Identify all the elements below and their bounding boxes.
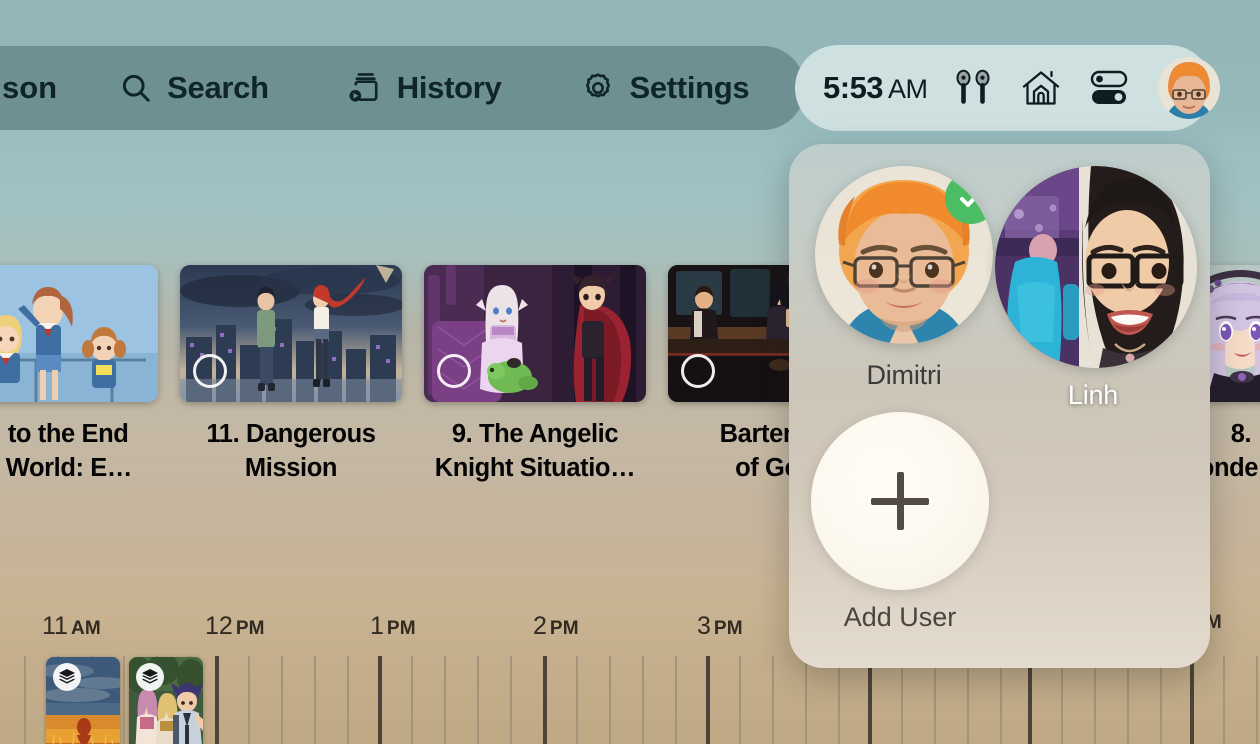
nav-item-search[interactable]: Search xyxy=(119,70,269,106)
timeline-label: 1PM xyxy=(370,612,416,641)
status-control-pill: 5:53 AM xyxy=(795,45,1212,131)
avatar[interactable] xyxy=(995,166,1197,368)
gear-icon xyxy=(581,71,615,105)
timeline-label: 3PM xyxy=(697,612,743,641)
selected-check-badge xyxy=(945,172,993,224)
avatar-image xyxy=(1158,57,1220,119)
add-user-button[interactable] xyxy=(811,412,989,590)
nav-item-profile-truncated[interactable]: son xyxy=(2,70,57,106)
nav-item-settings-label: Settings xyxy=(629,70,749,106)
plus-icon xyxy=(811,412,989,590)
control-center-toggles-icon[interactable] xyxy=(1088,69,1130,107)
clock-meridiem: AM xyxy=(888,74,928,105)
timeline-label: 12PM xyxy=(205,612,265,641)
stack-icon xyxy=(136,663,164,691)
timeline-thumbnail-card[interactable] xyxy=(46,657,120,744)
user-switcher-name: Dimitri xyxy=(811,360,997,391)
user-switcher-panel: Dimitri xyxy=(789,144,1210,668)
media-card-title: ain to the Endthe World: E… xyxy=(0,418,158,486)
watch-progress-ring[interactable] xyxy=(193,354,227,388)
screen-root: son Search History xyxy=(0,0,1260,744)
top-navigation-bar: son Search History xyxy=(0,46,805,130)
avatar-image-linh xyxy=(995,166,1197,368)
search-icon xyxy=(119,71,153,105)
stack-icon xyxy=(53,663,81,691)
media-card-thumbnail[interactable] xyxy=(424,265,646,402)
nav-item-history[interactable]: History xyxy=(347,70,502,106)
history-stack-play-icon xyxy=(347,70,383,106)
thumbnail-art-school-girls xyxy=(0,265,158,402)
timeline-label: 11AM xyxy=(42,612,101,641)
nav-item-search-label: Search xyxy=(167,70,269,106)
media-card[interactable]: ain to the Endthe World: E… xyxy=(0,265,158,486)
media-card-title: 11. DangerousMission xyxy=(180,418,402,486)
media-card-thumbnail[interactable] xyxy=(180,265,402,402)
media-card-title: 9. The AngelicKnight Situatio… xyxy=(424,418,646,486)
media-card[interactable]: 9. The AngelicKnight Situatio… xyxy=(424,265,646,486)
user-switcher-item-linh[interactable]: Linh xyxy=(993,166,1199,411)
add-user-label: Add User xyxy=(811,602,989,633)
clock-time: 5:53 xyxy=(823,70,883,106)
timeline-label: 2PM xyxy=(533,612,579,641)
media-card-thumbnail[interactable] xyxy=(0,265,158,402)
watch-progress-ring[interactable] xyxy=(681,354,715,388)
user-switcher-item-dimitri[interactable]: Dimitri xyxy=(811,166,997,391)
user-switcher-name: Linh xyxy=(993,380,1193,411)
avatar[interactable] xyxy=(1158,57,1220,119)
nav-item-history-label: History xyxy=(397,70,502,106)
nav-item-settings[interactable]: Settings xyxy=(581,70,749,106)
home-icon[interactable] xyxy=(1020,68,1062,108)
clock[interactable]: 5:53 AM xyxy=(823,70,928,106)
airpods-icon[interactable] xyxy=(954,69,994,107)
media-card[interactable]: 11. DangerousMission xyxy=(180,265,402,486)
timeline-thumbnail-card[interactable] xyxy=(129,657,203,744)
avatar[interactable] xyxy=(815,166,993,344)
watch-progress-ring[interactable] xyxy=(437,354,471,388)
